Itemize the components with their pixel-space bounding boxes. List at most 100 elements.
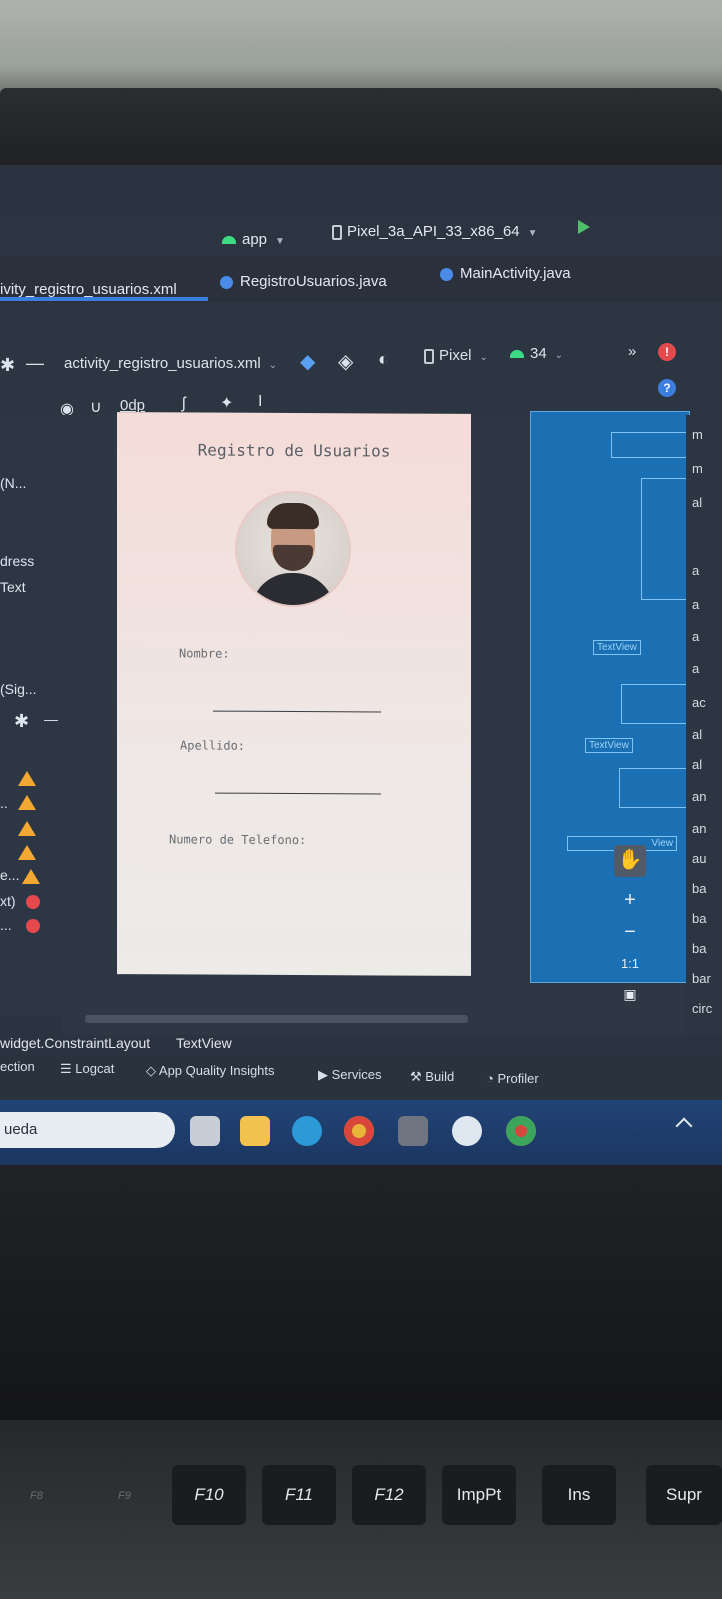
problem-item[interactable]: xt) bbox=[0, 893, 16, 909]
horizontal-scrollbar[interactable] bbox=[85, 1015, 468, 1023]
key-f12[interactable]: F12 bbox=[352, 1465, 426, 1525]
tool-tab-services[interactable]: ▶ Services bbox=[318, 1067, 381, 1083]
run-module-label: app bbox=[242, 231, 268, 248]
run-module-selector[interactable]: app ▼ bbox=[222, 231, 285, 248]
blueprint-input-box bbox=[621, 684, 687, 724]
taskbar-search[interactable]: ueda bbox=[0, 1112, 175, 1148]
error-indicator-icon[interactable]: ! bbox=[658, 343, 676, 361]
apellido-label[interactable]: Apellido: bbox=[180, 738, 245, 752]
breadcrumb-parent[interactable]: widget.ConstraintLayout bbox=[0, 1035, 150, 1051]
attribute-item[interactable]: ac bbox=[692, 695, 706, 710]
zoom-in-button[interactable]: + bbox=[614, 885, 646, 917]
key-label: Supr bbox=[666, 1485, 702, 1504]
tool-tab-logcat[interactable]: ☰ Logcat bbox=[60, 1061, 114, 1077]
error-icon bbox=[26, 895, 40, 909]
attribute-item[interactable]: al bbox=[692, 727, 702, 742]
key-f10[interactable]: F10 bbox=[172, 1465, 246, 1525]
attribute-item[interactable]: a bbox=[692, 629, 699, 644]
chrome-icon[interactable] bbox=[506, 1116, 536, 1146]
attribute-item[interactable]: bar bbox=[692, 971, 711, 986]
zoom-out-button[interactable]: − bbox=[614, 917, 646, 949]
nombre-label[interactable]: Nombre: bbox=[179, 646, 230, 660]
problem-item[interactable]: ... bbox=[0, 917, 12, 933]
key-ins[interactable]: Ins bbox=[542, 1465, 616, 1525]
api-level-label: 34 bbox=[530, 345, 547, 362]
chrome-icon[interactable] bbox=[344, 1116, 374, 1146]
overflow-icon[interactable]: » bbox=[628, 343, 636, 360]
device-preview-selector[interactable]: Pixel ⌄ bbox=[424, 347, 488, 364]
key-label: ImpPt bbox=[456, 1485, 502, 1504]
tree-item[interactable]: (Sig... bbox=[0, 681, 37, 697]
blueprint-view[interactable]: TextView TextView View bbox=[530, 411, 690, 983]
guidelines-icon[interactable]: I bbox=[258, 393, 262, 411]
blueprint-input-box bbox=[619, 768, 687, 808]
night-mode-icon[interactable]: ◐ bbox=[378, 349, 389, 370]
layout-file-selector[interactable]: activity_registro_usuarios.xml ⌄ bbox=[64, 355, 277, 372]
app-icon[interactable] bbox=[398, 1116, 428, 1146]
attribute-item[interactable]: ba bbox=[692, 911, 706, 926]
problem-item[interactable]: .. bbox=[0, 795, 8, 811]
edge-icon[interactable] bbox=[292, 1116, 322, 1146]
tree-item[interactable]: (N... bbox=[0, 475, 26, 491]
attribute-item[interactable]: al bbox=[692, 757, 702, 772]
task-view-icon[interactable] bbox=[190, 1116, 220, 1146]
key-imppt[interactable]: ImpPt bbox=[442, 1465, 516, 1525]
profile-image[interactable] bbox=[237, 492, 349, 606]
gear-icon[interactable]: ✱ bbox=[0, 355, 15, 376]
tool-tab-app-quality[interactable]: ◇ App Quality Insights bbox=[146, 1063, 275, 1079]
breadcrumb-child[interactable]: TextView bbox=[176, 1035, 232, 1051]
attribute-item[interactable]: a bbox=[692, 563, 699, 578]
minimize-icon[interactable]: — bbox=[44, 711, 58, 727]
tool-tab-inspection[interactable]: ection bbox=[0, 1059, 35, 1074]
key-supr[interactable]: Supr bbox=[646, 1465, 722, 1525]
attribute-item[interactable]: circ bbox=[692, 1001, 712, 1016]
key-label: F12 bbox=[374, 1485, 404, 1504]
attribute-item[interactable]: ba bbox=[692, 881, 706, 896]
clear-constraints-icon[interactable]: ʃ bbox=[182, 395, 186, 413]
avatar-beard bbox=[273, 544, 313, 572]
preview-title-text[interactable]: Registro de Usuarios bbox=[117, 440, 471, 461]
tree-item[interactable]: Text bbox=[0, 579, 26, 595]
tool-tab-profiler[interactable]: ◔ Profiler bbox=[486, 1071, 539, 1086]
device-label: Pixel_3a_API_33_x86_64 bbox=[347, 223, 520, 240]
attribute-item[interactable]: ba bbox=[692, 941, 706, 956]
tab-mainactivity-java[interactable]: MainActivity.java bbox=[440, 265, 571, 282]
attribute-item[interactable]: a bbox=[692, 597, 699, 612]
phone-preview[interactable]: Registro de Usuarios Nombre: Apellido: N… bbox=[117, 412, 471, 976]
device-preview-label: Pixel bbox=[439, 347, 472, 364]
help-icon[interactable]: ? bbox=[658, 379, 676, 397]
tab-registro-java[interactable]: RegistroUsuarios.java bbox=[220, 273, 387, 290]
fit-screen-icon[interactable]: ▣ bbox=[614, 979, 646, 1011]
run-icon[interactable] bbox=[578, 220, 590, 234]
design-surface-icon[interactable]: ◆ bbox=[300, 349, 315, 374]
gear-icon[interactable]: ✱ bbox=[14, 711, 29, 732]
zoom-reset-button[interactable]: 1:1 bbox=[614, 949, 646, 981]
api-level-selector[interactable]: 34 ⌄ bbox=[510, 345, 563, 362]
tab-activity-xml[interactable]: ivity_registro_usuarios.xml bbox=[0, 281, 177, 298]
attribute-item[interactable]: au bbox=[692, 851, 706, 866]
nombre-input-line[interactable] bbox=[213, 710, 381, 713]
android-studio-icon[interactable] bbox=[452, 1116, 482, 1146]
problem-item[interactable]: e... bbox=[0, 867, 19, 883]
attribute-item[interactable]: a bbox=[692, 661, 699, 676]
attribute-item[interactable]: an bbox=[692, 789, 706, 804]
minimize-icon[interactable]: — bbox=[26, 353, 44, 374]
attribute-item[interactable]: an bbox=[692, 821, 706, 836]
tree-item[interactable]: dress bbox=[0, 553, 34, 569]
attribute-item[interactable]: al bbox=[692, 495, 702, 510]
attribute-item[interactable]: m bbox=[692, 461, 703, 476]
pan-hand-icon[interactable]: ✋ bbox=[614, 845, 646, 877]
attribute-item[interactable]: m bbox=[692, 427, 703, 442]
telefono-label[interactable]: Numero de Telefono: bbox=[169, 832, 306, 847]
key-f11[interactable]: F11 bbox=[262, 1465, 336, 1525]
orientation-icon[interactable]: ◈ bbox=[338, 349, 353, 374]
device-selector[interactable]: Pixel_3a_API_33_x86_64 ▼ bbox=[332, 223, 538, 240]
infer-constraints-icon[interactable]: ✦ bbox=[220, 393, 233, 413]
chevron-up-icon[interactable] bbox=[675, 1117, 693, 1135]
magnet-icon[interactable]: ∪ bbox=[90, 397, 102, 417]
tool-tab-build[interactable]: ⚒ Build bbox=[410, 1069, 454, 1085]
file-explorer-icon[interactable] bbox=[240, 1116, 270, 1146]
apellido-input-line[interactable] bbox=[215, 792, 381, 795]
zoom-controls: ✋ + − 1:1 ▣ bbox=[612, 845, 648, 1005]
tab-label: MainActivity.java bbox=[460, 265, 571, 282]
